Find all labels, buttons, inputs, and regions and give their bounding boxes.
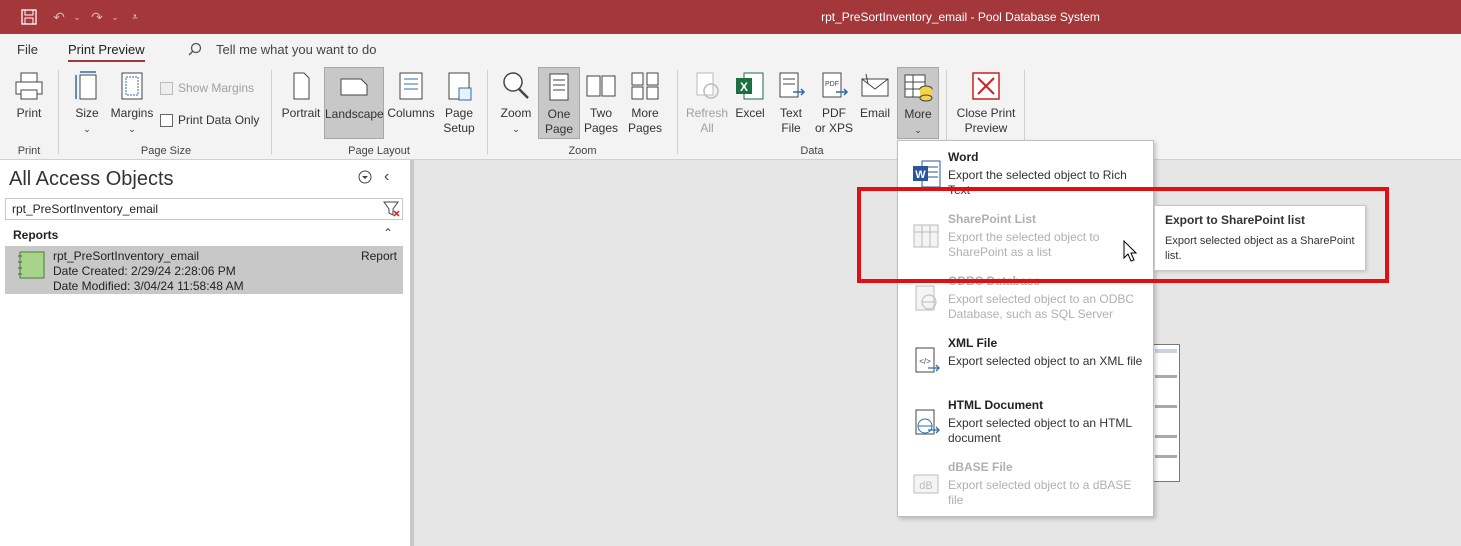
excel-button[interactable]: X Excel [731, 70, 769, 140]
refresh-all-button[interactable]: Refresh All [684, 70, 730, 140]
chevron-down-icon: ⌄ [914, 125, 922, 135]
xml-icon: </> [915, 347, 940, 373]
title-bar: ↶ ⌄ ↷ ⌄ ⩡ rpt_PreSortInventory_email - P… [0, 0, 1461, 34]
chevron-down-icon: ⌄ [512, 124, 520, 134]
group-divider [58, 70, 59, 154]
page-setup-button[interactable]: Page Setup [438, 70, 480, 140]
margins-button[interactable]: Margins ⌄ [108, 70, 156, 140]
nav-pane-title[interactable]: All Access Objects [9, 168, 174, 191]
checkbox-box [160, 81, 173, 95]
odbc-icon [915, 285, 937, 311]
size-button[interactable]: Size ⌄ [66, 70, 108, 140]
list-item-report[interactable]: rpt_PreSortInventory_email Report Date C… [5, 246, 403, 294]
highlight-box [857, 187, 1389, 283]
search-icon [188, 42, 202, 59]
landscape-icon [340, 78, 368, 96]
object-type-label: Report [360, 249, 397, 263]
ribbon-tabs: File Print Preview Tell me what you want… [0, 34, 1461, 66]
page-size-icon [75, 71, 97, 100]
date-created: Date Created: 2/29/24 2:28:06 PM [53, 264, 236, 278]
tab-file[interactable]: File [17, 42, 38, 57]
group-label-page-layout: Page Layout [348, 145, 410, 157]
refresh-icon [696, 72, 719, 99]
ribbon: Print Print Size ⌄ Margins ⌄ Show Margins … [0, 66, 1461, 160]
report-name: rpt_PreSortInventory_email [53, 249, 200, 263]
page-setup-icon [448, 72, 472, 101]
two-pages-icon [586, 75, 616, 97]
more-export-button[interactable]: More ⌄ [897, 67, 939, 139]
group-label-zoom: Zoom [568, 145, 597, 157]
chevron-down-icon: ⌄ [128, 124, 136, 134]
date-modified: Date Modified: 3/04/24 11:58:48 AM [53, 279, 244, 293]
pdf-icon: PDF [822, 72, 849, 98]
columns-icon [399, 72, 423, 100]
more-pages-icon [631, 72, 659, 100]
margins-icon [121, 72, 143, 100]
menu-item-xml-file[interactable]: </> XML File Export selected object to a… [898, 327, 1153, 387]
chevron-up-icon[interactable]: ⌃ [383, 226, 393, 240]
menu-item-html-document[interactable]: HTML Document Export selected object to … [898, 389, 1153, 449]
svg-text:PDF: PDF [825, 81, 839, 88]
zoom-button[interactable]: Zoom ⌄ [495, 70, 537, 140]
print-data-only-checkbox[interactable]: Print Data Only [160, 113, 259, 127]
one-page-icon [549, 73, 569, 101]
svg-text:W: W [915, 169, 926, 181]
portrait-button[interactable]: Portrait [279, 70, 323, 140]
html-icon [915, 409, 940, 435]
group-divider [487, 70, 488, 154]
chevron-down-icon: ⌄ [83, 124, 91, 134]
dbase-icon: dB [913, 474, 939, 494]
landscape-button[interactable]: Landscape [324, 67, 384, 139]
printer-icon [15, 72, 43, 100]
two-pages-button[interactable]: Two Pages [581, 70, 621, 140]
checkbox-box [160, 113, 173, 127]
close-print-preview-button[interactable]: Close Print Preview [953, 70, 1019, 140]
group-divider [677, 70, 678, 154]
nav-search-input[interactable]: rpt_PreSortInventory_email [5, 198, 403, 220]
pdf-xps-button[interactable]: PDF PDF or XPS [812, 70, 856, 140]
table-database-icon [904, 74, 933, 102]
tell-me-box[interactable]: Tell me what you want to do [216, 42, 376, 57]
tab-print-preview[interactable]: Print Preview [68, 42, 145, 62]
report-icon [18, 251, 45, 279]
group-label-page-size: Page Size [140, 145, 192, 157]
clear-filter-icon[interactable] [383, 200, 401, 221]
text-file-icon [779, 72, 806, 98]
more-pages-button[interactable]: More Pages [622, 70, 668, 140]
show-margins-checkbox[interactable]: Show Margins [160, 81, 254, 95]
email-icon [861, 73, 889, 97]
svg-text:</>: </> [919, 357, 931, 366]
collapse-pane-icon[interactable]: ‹ [384, 168, 389, 186]
group-label-print: Print [17, 145, 41, 157]
magnifier-icon [503, 72, 529, 99]
email-button[interactable]: Email [856, 70, 894, 140]
text-file-button[interactable]: Text File [772, 70, 810, 140]
reports-section-header[interactable]: Reports [5, 226, 403, 244]
excel-icon: X [736, 72, 764, 100]
nav-menu-dropdown-icon[interactable] [358, 170, 372, 187]
report-page-thumbnail [1152, 344, 1180, 482]
close-preview-icon [972, 72, 1000, 100]
svg-text:X: X [740, 80, 748, 94]
print-button[interactable]: Print [8, 70, 50, 140]
navigation-pane: All Access Objects ‹ rpt_PreSortInventor… [0, 160, 410, 546]
svg-text:dB: dB [919, 480, 932, 492]
window-title: rpt_PreSortInventory_email - Pool Databa… [821, 10, 1100, 24]
one-page-button[interactable]: One Page [538, 67, 580, 139]
menu-item-dbase-file[interactable]: dB dBASE File Export selected object to … [898, 451, 1153, 511]
word-icon: W [913, 160, 941, 188]
portrait-icon [293, 72, 310, 100]
columns-button[interactable]: Columns [385, 70, 437, 140]
group-divider [271, 70, 272, 154]
